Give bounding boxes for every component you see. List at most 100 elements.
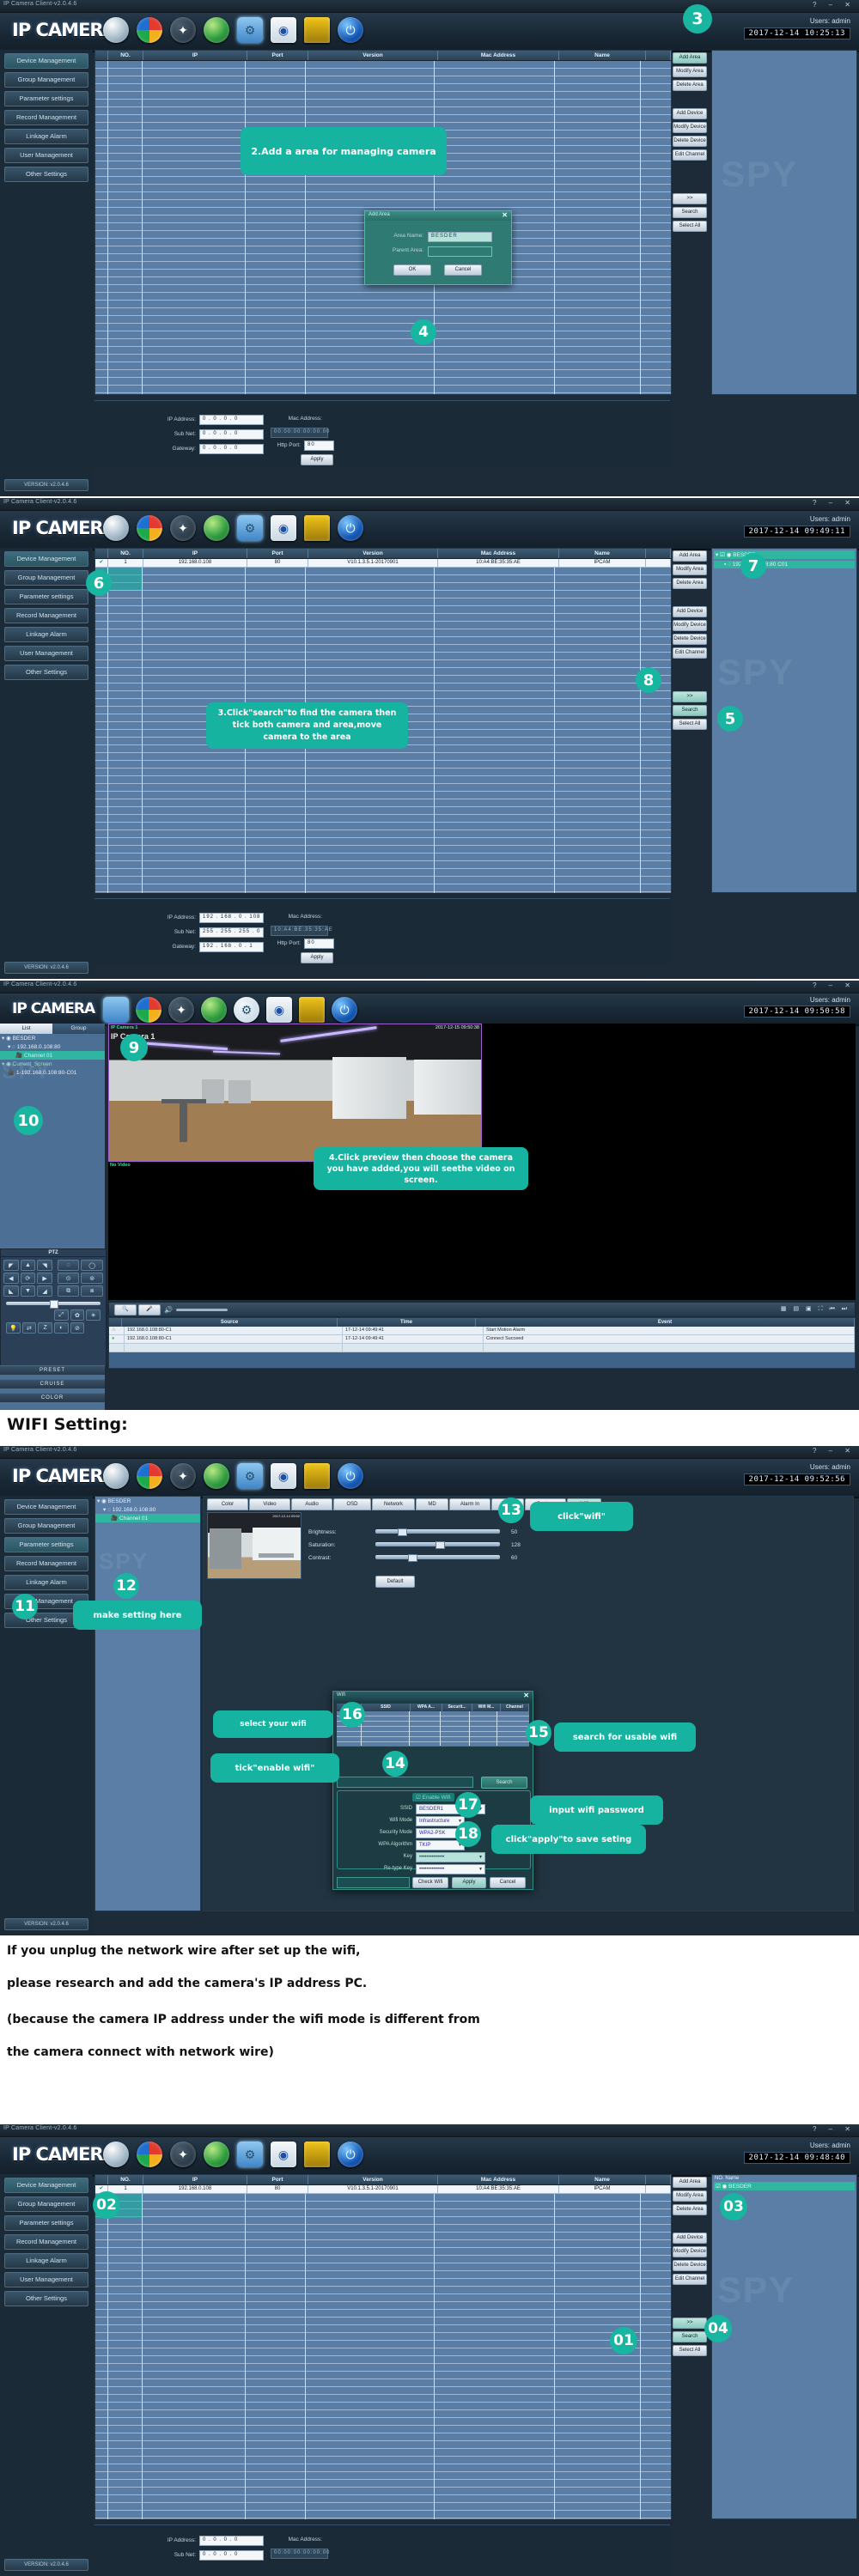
globe-icon[interactable] [201,997,227,1023]
settings-gear-icon[interactable]: ⚙ [237,2142,263,2167]
move-right-button[interactable]: >> [673,193,707,204]
edit-channel-button[interactable]: Edit Channel [673,2274,707,2285]
tab-osd[interactable]: OSD [333,1498,371,1510]
playback-icon[interactable] [137,17,162,43]
toolbar[interactable]: ✦ ⚙ ◉ ⏻ [103,515,363,541]
device-list-pane[interactable]: List Group ▾ ◉ BESDER ▾ ◌ 192.168.0.108:… [0,1024,107,1410]
ip-settings-form[interactable]: IP Address: 192 . 168 . 0 . 108 Sub Net:… [94,898,670,966]
tab-md[interactable]: MD [416,1498,448,1510]
modify-area-button[interactable]: Modify Area [673,66,707,77]
log-row[interactable]: ⚠ 192.168.0.108:80-C1 17-12-14 09:49:41 … [109,1327,855,1335]
mic-icon[interactable]: 🎤 [138,1304,161,1315]
check-wifi-button[interactable]: Check Wifi [412,1877,448,1888]
select-all-button[interactable]: Select All [673,2345,707,2356]
ptz-lamp-icon[interactable]: 💡 [6,1322,21,1334]
wifi-list-body[interactable] [337,1711,529,1747]
playback-icon[interactable] [137,1463,162,1489]
sidebar-item-record-management[interactable]: Record Management [4,608,88,623]
action-buttons[interactable]: Add Area Modify Area Delete Area Add Dev… [672,548,708,732]
ptz-wheel-icon[interactable]: ✦ [170,515,196,541]
area-tree[interactable]: SPY [711,50,857,395]
playback-icon[interactable] [136,997,161,1023]
volume-slider[interactable] [176,1309,228,1311]
tree-node-area[interactable]: ☑ ◉ BESDER [714,2182,855,2190]
lock-icon[interactable] [304,515,330,541]
sidebar-item-other-settings[interactable]: Other Settings [4,167,88,182]
globe-icon[interactable] [204,17,229,43]
sidebar[interactable]: Device Management Group Management Param… [0,2174,93,2576]
move-right-button[interactable]: >> [673,2318,707,2329]
ptz-aux-icon[interactable]: ✿ [70,1309,85,1321]
sidebar-item-record-management[interactable]: Record Management [4,1556,88,1571]
toolbar[interactable]: ✦ ⚙ ◉ ⏻ [103,17,363,43]
ptz-mirror-icon[interactable]: ⇄ [21,1322,37,1334]
window-controls[interactable]: ? – ✕ [813,2125,856,2133]
ptz-zoom-pad[interactable]: ◌ ◯ ⊙ ⊚ ⧉ ⧈ [55,1257,106,1299]
ptz-direction-pad[interactable]: ◤ ▲ ◥ ◀ ⟳ ▶ ◣ ▼ ◢ [1,1257,55,1299]
window-controls[interactable]: ? – ✕ [813,1447,856,1455]
ptz-z-icon[interactable]: Z [38,1322,52,1334]
tab-alarm-in[interactable]: Alarm In [449,1498,490,1510]
video-cell-1[interactable]: IP Camera 1 2017-12-15 09:50:38 IP Camer… [108,1024,482,1162]
globe-icon[interactable] [204,515,229,541]
sidebar-item-parameter-settings[interactable]: Parameter settings [4,589,88,605]
tree-node-channel-01[interactable]: 🎥 Channel 01 [0,1051,105,1060]
playback-icon[interactable] [137,515,162,541]
action-buttons[interactable]: Add Area Modify Area Delete Area Add Dev… [672,2174,708,2359]
action-buttons[interactable]: Add Area Modify Area Delete Area Add Dev… [672,50,708,234]
sidebar-item-device-management[interactable]: Device Management [4,2178,88,2193]
close-icon[interactable]: ✕ [502,211,508,219]
subnet-input[interactable]: 255 . 255 . 255 . 0 [199,927,264,938]
tree-node-area[interactable]: ▾ ☑ ◉ BESDER [714,550,855,559]
zoom-in-icon[interactable]: ◌ [57,1260,80,1271]
camera-icon[interactable] [103,1463,129,1489]
window-controls[interactable]: ? – ✕ [813,1,856,9]
apply-button[interactable]: Apply [301,952,333,963]
table-row[interactable]: ✔ 1 192.168.0.108 80 V10.1.3.5.1-2017090… [95,559,671,568]
sidebar-item-other-settings[interactable]: Other Settings [4,2291,88,2306]
layout-buttons[interactable]: ▦ ▤ ▣ ⛶ ⏮ ⏭ [781,1305,850,1313]
delete-device-button[interactable]: Delete Device [673,2260,707,2271]
apply-button[interactable]: Apply [301,454,333,465]
select-all-button[interactable]: Select All [673,221,707,232]
settings-gear-icon[interactable]: ⚙ [237,515,263,541]
delete-area-button[interactable]: Delete Area [673,2204,707,2215]
toolbar[interactable]: ✦ ⚙ ◉ ⏻ [103,2142,363,2167]
delete-area-button[interactable]: Delete Area [673,578,707,589]
focus-near-icon[interactable]: ⊙ [57,1273,80,1284]
power-icon[interactable]: ⏻ [332,997,357,1023]
tab-network[interactable]: Network [372,1498,415,1510]
sidebar-item-device-management[interactable]: Device Management [4,53,88,69]
ptz-wheel-icon[interactable]: ✦ [170,17,196,43]
select-all-button[interactable]: Select All [673,719,707,730]
tree-node-besder[interactable]: ▾ ◉ BESDER [95,1497,200,1505]
sidebar-item-record-management[interactable]: Record Management [4,110,88,125]
gateway-input[interactable]: 0 . 0 . 0 . 0 [199,444,264,454]
ptz-up-right-button[interactable]: ◥ [37,1260,52,1271]
log-document-icon[interactable]: ◉ [271,515,296,541]
add-device-button[interactable]: Add Device [673,108,707,119]
ptz-left-button[interactable]: ◀ [3,1273,19,1284]
lock-icon[interactable] [299,997,325,1023]
wifi-apply-button[interactable]: Apply [452,1877,486,1888]
tree-node-ip[interactable]: ▾ ◌ 192.168.0.108:80 [95,1505,200,1514]
video-toolbar[interactable]: 🔍 🎤 🔊 ▦ ▤ ▣ ⛶ ⏮ ⏭ [108,1302,856,1317]
globe-icon[interactable] [204,1463,229,1489]
sidebar-item-group-management[interactable]: Group Management [4,72,88,88]
camera-icon[interactable] [103,997,129,1023]
speaker-icon[interactable]: 🔊 [164,1306,173,1314]
saturation-slider[interactable] [375,1541,500,1549]
ptz-contrast-icon[interactable]: ◐ [53,1322,69,1334]
ptz-down-left-button[interactable]: ◣ [3,1285,19,1297]
move-right-button[interactable]: >> [673,691,707,702]
add-area-button[interactable]: Add Area [673,2177,707,2188]
tree-node-channel[interactable]: ▪ ◌ 192.168.0.108:80 C01 [714,561,855,568]
sidebar-item-linkage-alarm[interactable]: Linkage Alarm [4,129,88,144]
contrast-slider[interactable] [375,1554,500,1562]
color-button[interactable]: COLOR [0,1393,105,1402]
wifi-search-button[interactable]: Search [481,1777,527,1789]
ip-address-input[interactable]: 0 . 0 . 0 . 0 [199,2536,264,2546]
toolbar[interactable]: ✦ ⚙ ◉ ⏻ [103,997,357,1023]
ip-address-input[interactable]: 0 . 0 . 0 . 0 [199,415,264,425]
lock-icon[interactable] [304,17,330,43]
